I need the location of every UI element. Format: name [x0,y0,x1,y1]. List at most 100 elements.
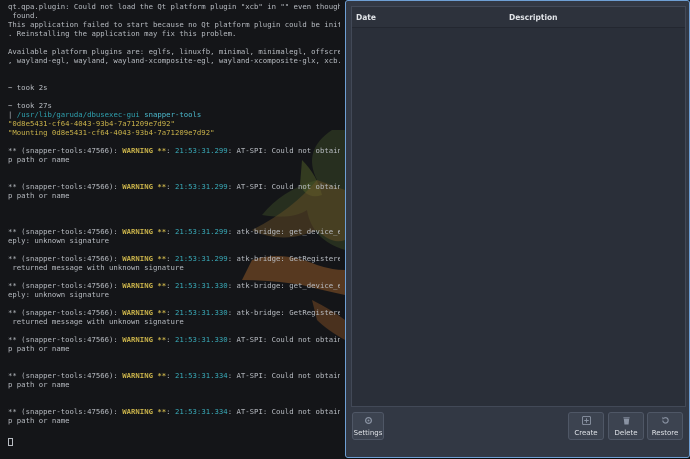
terminal-text-segment: qt.qpa.plugin: Could not load the Qt pla… [8,2,340,11]
terminal-window[interactable]: qt.qpa.plugin: Could not load the Qt pla… [0,0,345,459]
terminal-text-segment: returned message with unknown signature [8,317,184,326]
terminal-text-segment: ** (snapper-tools:47566): [8,254,123,263]
snapshot-list[interactable]: Date Description [351,6,686,407]
terminal-text-segment: snapper-tools [144,110,202,119]
terminal-text-segment: : AT-SPI: Could not obtain deskto [227,146,340,155]
terminal-text-segment: ** (snapper-tools:47566): [8,146,123,155]
terminal-line: ** (snapper-tools:47566): WARNING **: 21… [8,407,340,416]
terminal-text-segment: WARNING ** [122,227,167,236]
terminal-line: "0d8e5431-cf64-4043-93b4-7a71209e7d92" [8,119,340,128]
trash-icon [622,417,630,425]
terminal-line: ** (snapper-tools:47566): WARNING **: 21… [8,371,340,380]
terminal-line: . Reinstalling the application may fix t… [8,29,340,38]
terminal-text-segment: : [166,335,175,344]
terminal-text-segment: ~ took 2s [8,83,48,92]
terminal-text-segment: 21:53:31.334 [174,371,228,380]
terminal-text-segment: : [166,371,175,380]
terminal-line: ** (snapper-tools:47566): WARNING **: 21… [8,308,340,317]
terminal-text-segment: : atk-bridge: GetRegisteredEvents [227,254,340,263]
terminal-text-segment: WARNING ** [122,371,167,380]
terminal-text-segment: : AT-SPI: Could not obtain deskto [227,371,340,380]
terminal-line: | /usr/lib/garuda/dbusexec-gui snapper-t… [8,110,340,119]
gear-icon [364,416,372,425]
terminal-text-segment: : atk-bridge: get_device_events_r [227,281,340,290]
terminal-line: ~ took 2s [8,83,340,92]
terminal-line: found. [8,11,340,20]
terminal-text-segment: WARNING ** [122,254,167,263]
terminal-line: p path or name [8,191,340,200]
terminal-text-segment: p path or name [8,191,70,200]
terminal-cursor [8,438,13,446]
terminal-text-segment: 21:53:31.330 [174,281,228,290]
terminal-line: qt.qpa.plugin: Could not load the Qt pla… [8,2,340,11]
terminal-text-segment: : AT-SPI: Could not obtain deskto [227,407,340,416]
terminal-text-segment: : [166,182,175,191]
terminal-text-segment: returned message with unknown signature [8,263,184,272]
settings-button[interactable]: Settings [352,412,384,440]
terminal-text-segment: : [166,281,175,290]
terminal-text-segment: : [166,407,175,416]
terminal-text-segment: : [166,227,175,236]
column-header-description[interactable]: Description [509,13,558,22]
terminal-line: ** (snapper-tools:47566): WARNING **: 21… [8,182,340,191]
terminal-line: ~ took 27s [8,101,340,110]
terminal-line: ** (snapper-tools:47566): WARNING **: 21… [8,146,340,155]
terminal-text-segment: 21:53:31.299 [174,254,228,263]
terminal-line: returned message with unknown signature [8,263,340,272]
terminal-text-segment: 21:53:31.299 [174,227,228,236]
terminal-line: p path or name [8,416,340,425]
terminal-text-segment: 21:53:31.330 [174,308,228,317]
terminal-line: , wayland-egl, wayland, wayland-xcomposi… [8,56,340,65]
terminal-text-segment: : [166,308,175,317]
terminal-text-segment: p path or name [8,380,70,389]
terminal-text-segment: 21:53:31.299 [174,146,228,155]
terminal-text-segment: | [8,110,17,119]
create-button[interactable]: Create [568,412,604,440]
terminal-text-segment: ** (snapper-tools:47566): [8,182,123,191]
terminal-line: eply: unknown signature [8,236,340,245]
terminal-text-segment: 21:53:31.330 [174,335,228,344]
restore-button[interactable]: Restore [647,412,683,440]
terminal-line: ** (snapper-tools:47566): WARNING **: 21… [8,335,340,344]
terminal-text-segment: ** (snapper-tools:47566): [8,371,123,380]
terminal-line: Available platform plugins are: eglfs, l… [8,47,340,56]
terminal-line: "Mounting 0d8e5431-cf64-4043-93b4-7a7120… [8,128,340,137]
snapper-tools-window: Date Description Settings Create Delete … [345,0,690,458]
snapshot-list-body[interactable] [352,28,685,406]
terminal-text-segment: "0d8e5431-cf64-4043-93b4-7a71209e7d92" [8,119,175,128]
terminal-text-segment: : AT-SPI: Could not obtain deskto [227,335,340,344]
terminal-text-segment: Available platform plugins are: eglfs, l… [8,47,340,56]
terminal-line: p path or name [8,380,340,389]
terminal-text-segment: 21:53:31.334 [174,407,228,416]
snapshot-list-header: Date Description [352,7,685,28]
terminal-text-segment: , wayland-egl, wayland, wayland-xcomposi… [8,56,340,65]
restore-button-label: Restore [651,429,679,437]
delete-button[interactable]: Delete [608,412,644,440]
terminal-text-segment: : atk-bridge: get_device_events_r [227,227,340,236]
terminal-text-segment: eply: unknown signature [8,290,110,299]
terminal-text-segment: WARNING ** [122,335,167,344]
settings-button-label: Settings [353,429,383,437]
terminal-text-segment: : [166,146,175,155]
terminal-text-segment: eply: unknown signature [8,236,110,245]
terminal-text-segment: ** (snapper-tools:47566): [8,407,123,416]
terminal-line: ** (snapper-tools:47566): WARNING **: 21… [8,281,340,290]
terminal-line: returned message with unknown signature [8,317,340,326]
terminal-text-segment: WARNING ** [122,146,167,155]
column-header-date[interactable]: Date [356,13,376,22]
terminal-text-segment: "Mounting 0d8e5431-cf64-4043-93b4-7a7120… [8,128,215,137]
terminal-text-segment: ** (snapper-tools:47566): [8,335,123,344]
terminal-text-segment: WARNING ** [122,308,167,317]
